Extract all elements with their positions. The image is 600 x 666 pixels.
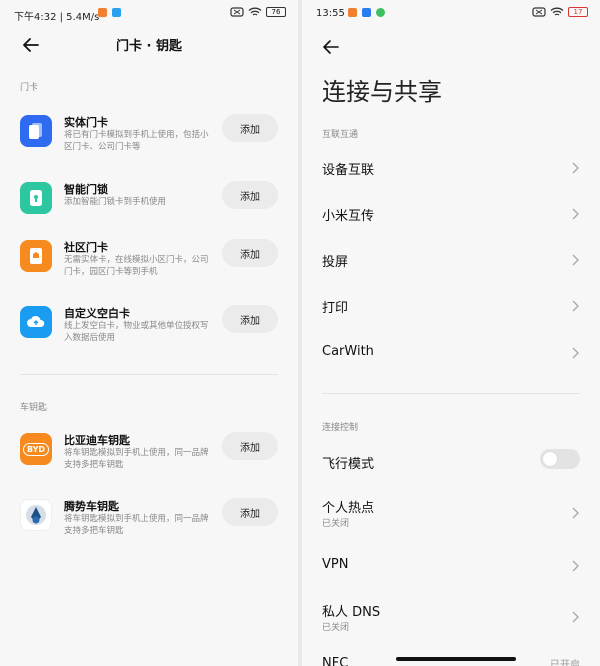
row-subtitle: 已关闭 [322, 519, 350, 529]
lock-icon [20, 182, 52, 214]
settings-row-mi-share[interactable]: 小米互传 [322, 205, 580, 249]
wifi-icon [550, 7, 564, 16]
settings-row-print[interactable]: 打印 [322, 297, 580, 341]
settings-row-private-dns[interactable]: 私人 DNS 已关闭 [322, 601, 580, 645]
door-card-key-screen: 下午4:32 | 5.4M/s 76 门卡 · 钥匙 门卡 实体门卡 将已有门卡… [0, 0, 298, 666]
community-card-icon [20, 240, 52, 272]
row-title: 私人 DNS [322, 605, 381, 620]
settings-row-carwith[interactable]: CarWith [322, 344, 580, 388]
chevron-right-icon [572, 507, 579, 519]
row-title: 飞行模式 [322, 457, 375, 472]
bluetooth-icon [362, 8, 372, 17]
add-button[interactable]: 添加 [222, 239, 278, 267]
add-button[interactable]: 添加 [222, 432, 278, 460]
back-arrow-icon [323, 40, 339, 54]
row-title: 个人热点 [322, 501, 375, 516]
list-item-smart-lock: 智能门锁 添加智能门锁卡到手机使用 添加 [20, 178, 278, 232]
chevron-right-icon [572, 162, 579, 174]
status-icons: 17 [532, 7, 588, 17]
status-time: 13:55 [316, 8, 345, 19]
item-title: 社区门卡 [64, 241, 108, 254]
app-notification-icon [112, 8, 122, 17]
settings-row-airplane-mode[interactable]: 飞行模式 [322, 449, 580, 497]
battery-indicator: 76 [266, 7, 286, 17]
divider [20, 374, 278, 375]
mute-icon [230, 7, 244, 17]
row-title: 打印 [322, 301, 349, 316]
chevron-right-icon [572, 560, 579, 572]
add-button[interactable]: 添加 [222, 305, 278, 333]
row-title: NFC [322, 656, 349, 666]
wifi-icon [248, 7, 262, 16]
connection-sharing-screen: 13:55 17 连接与共享 互联互通 设备互联 小米互传 投屏 打印 CarW… [302, 0, 600, 666]
item-desc: 将已有门卡模拟到手机上使用，包括小区门卡、公司门卡等 [64, 130, 209, 152]
status-time: 下午4:32 | 5.4M/s [14, 12, 100, 23]
list-item-physical-card: 实体门卡 将已有门卡模拟到手机上使用，包括小区门卡、公司门卡等 添加 [20, 111, 278, 165]
nfc-status: 已开启 [550, 660, 580, 666]
row-title: 投屏 [322, 255, 349, 270]
page-title: 门卡 · 钥匙 [116, 39, 182, 54]
section-label-door: 门卡 [20, 83, 39, 93]
list-item-community-card: 社区门卡 无需实体卡，在线模拟小区门卡，公司门卡，园区门卡等到手机 添加 [20, 236, 278, 290]
home-indicator[interactable] [396, 657, 516, 661]
row-title: CarWith [322, 344, 374, 359]
status-bar: 13:55 17 [302, 0, 600, 28]
row-title: VPN [322, 557, 349, 572]
notification-icons [346, 8, 386, 19]
list-item-byd-key: BYD 比亚迪车钥匙 将车钥匙模拟到手机上使用，同一品牌支持多把车钥匙 添加 [20, 429, 278, 483]
item-desc: 添加智能门锁卡到手机使用 [64, 197, 167, 207]
row-title: 小米互传 [322, 209, 375, 224]
divider [322, 393, 580, 394]
item-desc: 无需实体卡，在线模拟小区门卡，公司门卡，园区门卡等到手机 [64, 255, 209, 277]
toggle-knob [543, 452, 557, 466]
cloud-card-icon [20, 306, 52, 338]
item-desc: 将车钥匙模拟到手机上使用，同一品牌支持多把车钥匙 [64, 514, 209, 536]
settings-row-vpn[interactable]: VPN [322, 557, 580, 601]
item-title: 比亚迪车钥匙 [64, 434, 130, 447]
settings-row-cast[interactable]: 投屏 [322, 251, 580, 295]
app-notification-icon [348, 8, 357, 17]
denza-logo-icon [20, 499, 52, 531]
mute-icon [532, 7, 546, 17]
section-label-car: 车钥匙 [20, 403, 48, 413]
card-icon [20, 115, 52, 147]
section-label-control: 连接控制 [322, 423, 359, 433]
chevron-right-icon [572, 254, 579, 266]
page-title: 连接与共享 [322, 78, 442, 106]
item-title: 实体门卡 [64, 116, 108, 129]
row-title: 设备互联 [322, 163, 375, 178]
chevron-right-icon [572, 347, 579, 359]
settings-row-hotspot[interactable]: 个人热点 已关闭 [322, 497, 580, 541]
item-desc: 线上发空白卡，物业或其他单位授权写入数据后使用 [64, 321, 209, 343]
status-bar: 下午4:32 | 5.4M/s 76 [0, 0, 298, 28]
byd-logo-icon: BYD [20, 433, 52, 465]
chevron-right-icon [572, 611, 579, 623]
item-title: 智能门锁 [64, 183, 108, 196]
section-label-interconnect: 互联互通 [322, 130, 359, 140]
item-title: 腾势车钥匙 [64, 500, 119, 513]
item-title: 自定义空白卡 [64, 307, 130, 320]
notification-icons [96, 8, 122, 19]
airplane-mode-toggle[interactable] [540, 449, 580, 469]
row-subtitle: 已关闭 [322, 623, 350, 633]
add-button[interactable]: 添加 [222, 498, 278, 526]
item-desc: 将车钥匙模拟到手机上使用，同一品牌支持多把车钥匙 [64, 448, 209, 470]
settings-row-device-link[interactable]: 设备互联 [322, 159, 580, 203]
chevron-right-icon [572, 300, 579, 312]
app-notification-icon [376, 8, 386, 17]
chevron-right-icon [572, 208, 579, 220]
add-button[interactable]: 添加 [222, 181, 278, 209]
status-icons: 76 [230, 7, 286, 17]
app-notification-icon [98, 8, 107, 17]
list-item-custom-blank-card: 自定义空白卡 线上发空白卡，物业或其他单位授权写入数据后使用 添加 [20, 302, 278, 356]
battery-indicator: 17 [568, 7, 588, 17]
add-button[interactable]: 添加 [222, 114, 278, 142]
list-item-denza-key: 腾势车钥匙 将车钥匙模拟到手机上使用，同一品牌支持多把车钥匙 添加 [20, 495, 278, 549]
back-button[interactable] [322, 38, 340, 56]
